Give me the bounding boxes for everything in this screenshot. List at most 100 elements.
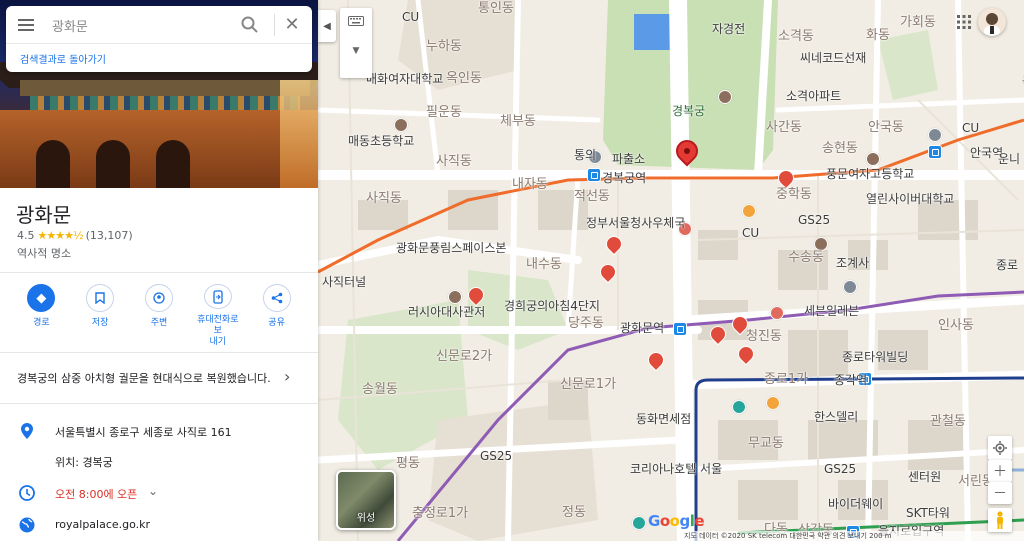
map-label[interactable]: 필운동	[426, 106, 462, 120]
temple-icon[interactable]	[814, 237, 828, 251]
map-label[interactable]: 통인동	[478, 2, 514, 16]
account-avatar[interactable]	[978, 8, 1006, 36]
rating-row[interactable]: 4.5 ★★★★½ (13,107)	[17, 229, 133, 242]
map-label[interactable]: 정동	[562, 506, 586, 520]
menu-icon[interactable]	[16, 16, 36, 34]
map-label[interactable]: 자경전	[712, 22, 745, 36]
store-icon[interactable]	[770, 306, 784, 320]
located-in-row[interactable]: 위치: 경복궁	[0, 446, 318, 476]
input-tools-button[interactable]: ▼	[340, 8, 372, 78]
map-label[interactable]: 충정로1가	[412, 507, 468, 521]
map-label[interactable]: 광화문풍림스페이스본	[396, 241, 506, 255]
map-label[interactable]: 소격아파트	[786, 89, 841, 103]
map-label[interactable]: 누하동	[426, 40, 462, 54]
review-count[interactable]: (13,107)	[86, 229, 133, 242]
map-label[interactable]: 안국동	[868, 121, 904, 135]
map-label[interactable]: CU	[402, 10, 419, 24]
map-label[interactable]: 매동초등학교	[348, 134, 414, 148]
map-label[interactable]: 종로	[996, 258, 1018, 272]
map-label[interactable]: 화동	[866, 29, 890, 43]
map-label[interactable]: 체부동	[500, 115, 536, 129]
map-label[interactable]: 사직동	[366, 192, 402, 206]
store-icon[interactable]	[742, 204, 756, 218]
place-icon[interactable]	[843, 280, 857, 294]
metro-station-icon[interactable]	[587, 168, 601, 182]
back-to-results-link[interactable]: 검색결과로 돌아가기	[20, 51, 106, 66]
apps-grid-icon[interactable]	[950, 8, 978, 36]
close-icon[interactable]: ✕	[282, 15, 302, 35]
map-label[interactable]: 통의	[574, 148, 596, 162]
map-label[interactable]: 정부서울청사우체국	[586, 216, 685, 230]
hours-row[interactable]: 오전 8:00에 오픈 ⌄	[0, 478, 318, 508]
description-row[interactable]: 경복궁의 삼중 아치형 궐문을 현대식으로 복원했습니다. ›	[0, 354, 318, 400]
map-label[interactable]: 내자동	[512, 178, 548, 192]
map-label[interactable]: 당주동	[568, 317, 604, 331]
map-label[interactable]: 운니	[998, 152, 1020, 166]
place-icon[interactable]	[928, 128, 942, 142]
map-label[interactable]: 관철동	[930, 415, 966, 429]
map-label[interactable]: 청진동	[746, 330, 782, 344]
directions-button[interactable]: ◆ 경로	[16, 284, 66, 348]
map-label[interactable]: 조계사	[836, 256, 869, 270]
address-row[interactable]: 서울특별시 종로구 세종로 사직로 161	[0, 416, 318, 446]
map-label[interactable]: 러시아대사관저	[408, 305, 485, 319]
map-label[interactable]: 동화면세점	[636, 412, 691, 426]
map-label[interactable]: 코리아나호텔 서울	[630, 462, 722, 476]
my-location-icon[interactable]	[988, 436, 1012, 460]
map-label[interactable]: 신문로1가	[560, 378, 616, 392]
museum-icon[interactable]	[718, 90, 732, 104]
metro-station-icon[interactable]	[673, 322, 687, 336]
map-label[interactable]: 한스델리	[814, 410, 858, 424]
map-label[interactable]: 중학동	[776, 188, 812, 202]
collapse-panel-button[interactable]: ◀	[318, 10, 336, 42]
map-label[interactable]: 세븐일레븐	[804, 304, 859, 318]
street-view-pegman-icon[interactable]	[988, 508, 1012, 532]
map-label[interactable]: 사직동	[436, 155, 472, 169]
school-icon[interactable]	[866, 152, 880, 166]
map-label[interactable]: 평동	[396, 457, 420, 471]
map-label[interactable]: 열린사이버대학교	[866, 192, 954, 206]
map-label[interactable]: 종로1가	[764, 373, 808, 387]
map-label[interactable]: 인사동	[938, 319, 974, 333]
map-label[interactable]: 경복궁역	[602, 171, 646, 185]
map-label[interactable]: 신문로2가	[436, 350, 492, 364]
shopping-icon[interactable]	[632, 516, 646, 530]
map-label[interactable]: 배화여자대학교	[366, 72, 443, 86]
map-label[interactable]: 사간동	[766, 121, 802, 135]
website-row[interactable]: royalpalace.go.kr	[0, 510, 318, 540]
map-label[interactable]: 광화문역	[620, 321, 664, 335]
map-label[interactable]: 소격동	[778, 30, 814, 44]
shopping-icon[interactable]	[732, 400, 746, 414]
map-label[interactable]: 송현동	[822, 142, 858, 156]
zoom-out-button[interactable]: －	[988, 482, 1012, 504]
map-label[interactable]: 바이더웨이	[828, 497, 883, 511]
map-label[interactable]: GS25	[798, 213, 830, 227]
cafe-icon[interactable]	[766, 396, 780, 410]
map-label[interactable]: 사직터널	[322, 275, 366, 289]
map-label[interactable]: 종각역	[834, 373, 867, 387]
map-label[interactable]: 무교동	[748, 437, 784, 451]
map-label[interactable]: 적선동	[574, 190, 610, 204]
map-label[interactable]: 종로타워빌딩	[842, 350, 908, 364]
place-category[interactable]: 역사적 명소	[17, 245, 71, 261]
map-label[interactable]: 수송동	[788, 251, 824, 265]
embassy-icon[interactable]	[448, 290, 462, 304]
satellite-layer-toggle[interactable]: 위성	[336, 470, 396, 530]
map-canvas[interactable]: CU 통인동 자경전 가회동 누하동 소격동 씨네코드선재 화동 배화여자대학교 옥인동 소격아파트…	[318, 0, 1024, 541]
map-label[interactable]: 경희궁의아침4단지	[504, 299, 600, 313]
save-button[interactable]: 저장	[75, 284, 125, 348]
map-label[interactable]: 경복궁	[672, 104, 705, 118]
map-label[interactable]: 가회동	[900, 16, 936, 30]
map-label[interactable]: 송월동	[362, 383, 398, 397]
map-label[interactable]: 씨네코드선재	[800, 51, 866, 65]
search-input[interactable]	[52, 15, 222, 35]
search-icon[interactable]	[240, 15, 260, 35]
nearby-button[interactable]: 주변	[134, 284, 184, 348]
zoom-in-button[interactable]: ＋	[988, 460, 1012, 482]
send-to-phone-button[interactable]: 휴대전화로 보 내기	[193, 284, 243, 348]
map-label[interactable]: 내수동	[526, 258, 562, 272]
chevron-down-icon[interactable]: ⌄	[148, 484, 158, 498]
school-icon[interactable]	[394, 118, 408, 132]
map-label[interactable]: SKT타워	[906, 506, 950, 520]
map-label[interactable]: CU	[742, 226, 759, 240]
